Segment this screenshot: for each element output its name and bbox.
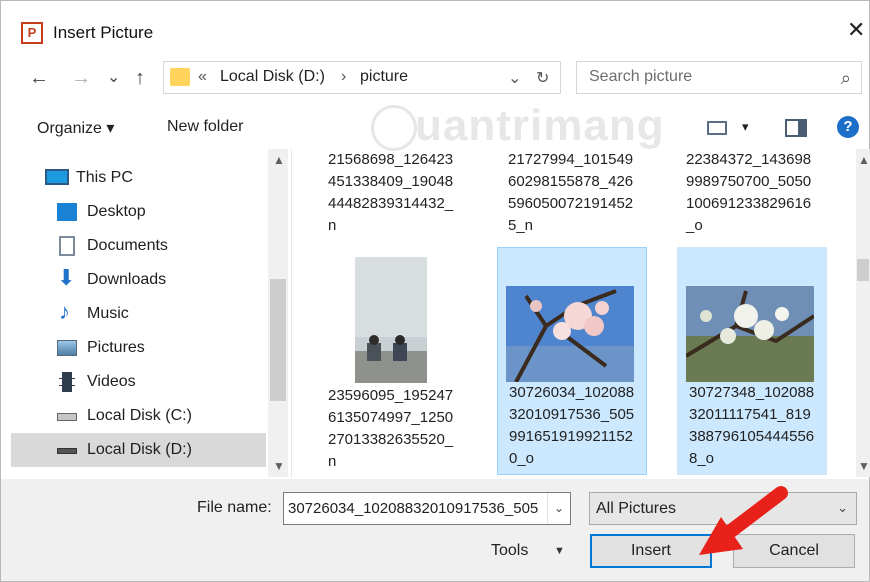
file-name: 22384372_143698 9989750700_5050 10069123… bbox=[686, 151, 812, 234]
file-name: 23596095_195247 6135074997_1250 27013382… bbox=[328, 387, 454, 470]
music-icon: ♪ bbox=[59, 299, 70, 324]
photo-thumbnail-blossoms bbox=[506, 286, 634, 382]
annotation-arrow-icon bbox=[681, 485, 801, 575]
sidebar-item-label: Downloads bbox=[87, 271, 167, 288]
forward-arrow-icon[interactable]: → bbox=[71, 67, 91, 90]
pc-icon bbox=[45, 169, 69, 185]
navigation-pane-scrollbar[interactable]: ▲ ▼ bbox=[268, 149, 288, 477]
close-button[interactable]: ✕ bbox=[847, 19, 865, 41]
help-icon[interactable]: ? bbox=[837, 116, 859, 138]
back-arrow-icon[interactable]: ← bbox=[29, 67, 49, 90]
drive-icon bbox=[57, 448, 77, 454]
tools-button[interactable]: Tools bbox=[491, 542, 528, 560]
chevron-down-icon: ⌄ bbox=[837, 500, 848, 515]
sidebar-item-label: Videos bbox=[87, 373, 136, 390]
photo-thumbnail-people bbox=[327, 255, 451, 385]
sidebar-item-label: This PC bbox=[76, 169, 133, 186]
file-item[interactable]: 21568698_126423 451338409_19048 44482839… bbox=[323, 149, 473, 243]
address-bar[interactable]: « Local Disk (D:) › picture ⌄ ↻ bbox=[163, 61, 561, 94]
sidebar-item-downloads[interactable]: ⬇ Downloads bbox=[11, 263, 266, 297]
insert-picture-dialog: P Insert Picture ✕ ← → ⌄ ↑ « Local Disk … bbox=[0, 0, 870, 582]
file-name-value: 30726034_10208832010917536_505 bbox=[288, 500, 539, 517]
downloads-icon: ⬇ bbox=[57, 265, 76, 290]
file-item[interactable]: 21727994_101549 60298155878_426 59605007… bbox=[503, 149, 653, 243]
drive-icon bbox=[57, 413, 77, 421]
sidebar-item-local-disk-d[interactable]: Local Disk (D:) bbox=[11, 433, 266, 467]
tools-dropdown-icon[interactable]: ▼ bbox=[554, 545, 565, 557]
file-item-selected[interactable]: 30726034_102088 32010917536_505 99165191… bbox=[497, 247, 647, 475]
sidebar-item-desktop[interactable]: Desktop bbox=[11, 195, 266, 229]
scroll-up-arrow-icon[interactable]: ▲ bbox=[273, 153, 285, 167]
sidebar-item-label: Documents bbox=[87, 237, 168, 254]
scroll-down-arrow-icon[interactable]: ▼ bbox=[273, 459, 285, 473]
file-list: 21568698_126423 451338409_19048 44482839… bbox=[301, 149, 856, 477]
powerpoint-icon: P bbox=[21, 22, 43, 44]
breadcrumb-picture[interactable]: picture bbox=[360, 68, 408, 86]
view-dropdown-icon[interactable]: ▾ bbox=[742, 119, 749, 135]
sidebar-item-pictures[interactable]: Pictures bbox=[11, 331, 266, 365]
file-item[interactable]: 22384372_143698 9989750700_5050 10069123… bbox=[681, 149, 831, 243]
watermark-logo-icon bbox=[371, 105, 417, 151]
change-view-icon[interactable] bbox=[707, 121, 727, 135]
desktop-icon bbox=[57, 203, 77, 221]
scrollbar-thumb[interactable] bbox=[270, 279, 286, 401]
sidebar-item-label: Pictures bbox=[87, 339, 145, 356]
file-name: 30726034_102088 32010917536_505 99165191… bbox=[509, 384, 635, 467]
title-bar: P Insert Picture ✕ bbox=[1, 1, 869, 47]
sidebar-item-label: Local Disk (D:) bbox=[87, 441, 192, 458]
pictures-icon bbox=[57, 340, 77, 356]
navigation-pane: This PC Desktop Documents ⬇ Downloads ♪ … bbox=[11, 149, 292, 477]
file-name: 21727994_101549 60298155878_426 59605007… bbox=[508, 151, 634, 234]
preview-pane-icon[interactable] bbox=[785, 119, 807, 137]
watermark-text: uantrimang bbox=[415, 101, 665, 150]
search-icon: ⌕ bbox=[840, 68, 851, 88]
navigation-bar: ← → ⌄ ↑ « Local Disk (D:) › picture ⌄ ↻ … bbox=[1, 61, 869, 99]
breadcrumb-local-disk-d[interactable]: Local Disk (D:) bbox=[220, 68, 325, 86]
scrollbar-thumb[interactable] bbox=[857, 259, 869, 281]
file-type-value: All Pictures bbox=[596, 500, 677, 517]
sidebar-item-local-disk-c[interactable]: Local Disk (C:) bbox=[11, 399, 266, 433]
address-dropdown-icon[interactable]: ⌄ bbox=[508, 68, 521, 88]
file-item-selected[interactable]: 30727348_102088 32011117541_819 38879610… bbox=[677, 247, 827, 475]
videos-icon bbox=[59, 372, 75, 392]
file-name: 30727348_102088 32011117541_819 38879610… bbox=[689, 384, 815, 467]
recent-locations-icon[interactable]: ⌄ bbox=[107, 67, 120, 87]
sidebar-item-videos[interactable]: Videos bbox=[11, 365, 266, 399]
sidebar-item-label: Local Disk (C:) bbox=[87, 407, 192, 424]
file-item[interactable]: 23596095_195247 6135074997_1250 27013382… bbox=[323, 249, 473, 477]
sidebar-item-this-pc[interactable]: This PC bbox=[11, 161, 266, 195]
new-folder-button[interactable]: New folder bbox=[167, 118, 243, 136]
search-placeholder: Search picture bbox=[589, 68, 693, 85]
sidebar-item-documents[interactable]: Documents bbox=[11, 229, 266, 263]
documents-icon bbox=[59, 236, 75, 256]
scroll-up-arrow-icon[interactable]: ▲ bbox=[858, 153, 870, 167]
sidebar-item-label: Music bbox=[87, 305, 129, 322]
folder-icon bbox=[170, 68, 190, 86]
breadcrumb-separator-icon[interactable]: › bbox=[341, 68, 346, 86]
breadcrumb-overflow[interactable]: « bbox=[198, 68, 207, 86]
photo-thumbnail-white-flowers bbox=[686, 286, 814, 382]
scroll-down-arrow-icon[interactable]: ▼ bbox=[858, 459, 870, 473]
file-name-dropdown-icon[interactable]: ⌄ bbox=[547, 493, 570, 524]
up-arrow-icon[interactable]: ↑ bbox=[135, 67, 145, 90]
file-list-scrollbar[interactable]: ▲ ▼ bbox=[856, 149, 870, 477]
file-name-label: File name: bbox=[197, 499, 272, 516]
organize-button[interactable]: Organize ▾ bbox=[37, 118, 114, 138]
refresh-icon[interactable]: ↻ bbox=[536, 68, 549, 88]
file-name-field[interactable]: 30726034_10208832010917536_505 ⌄ bbox=[283, 492, 571, 525]
sidebar-item-label: Desktop bbox=[87, 203, 146, 220]
sidebar-item-music[interactable]: ♪ Music bbox=[11, 297, 266, 331]
file-name: 21568698_126423 451338409_19048 44482839… bbox=[328, 151, 454, 234]
dialog-title: Insert Picture bbox=[53, 23, 154, 42]
search-box[interactable]: Search picture ⌕ bbox=[576, 61, 862, 94]
